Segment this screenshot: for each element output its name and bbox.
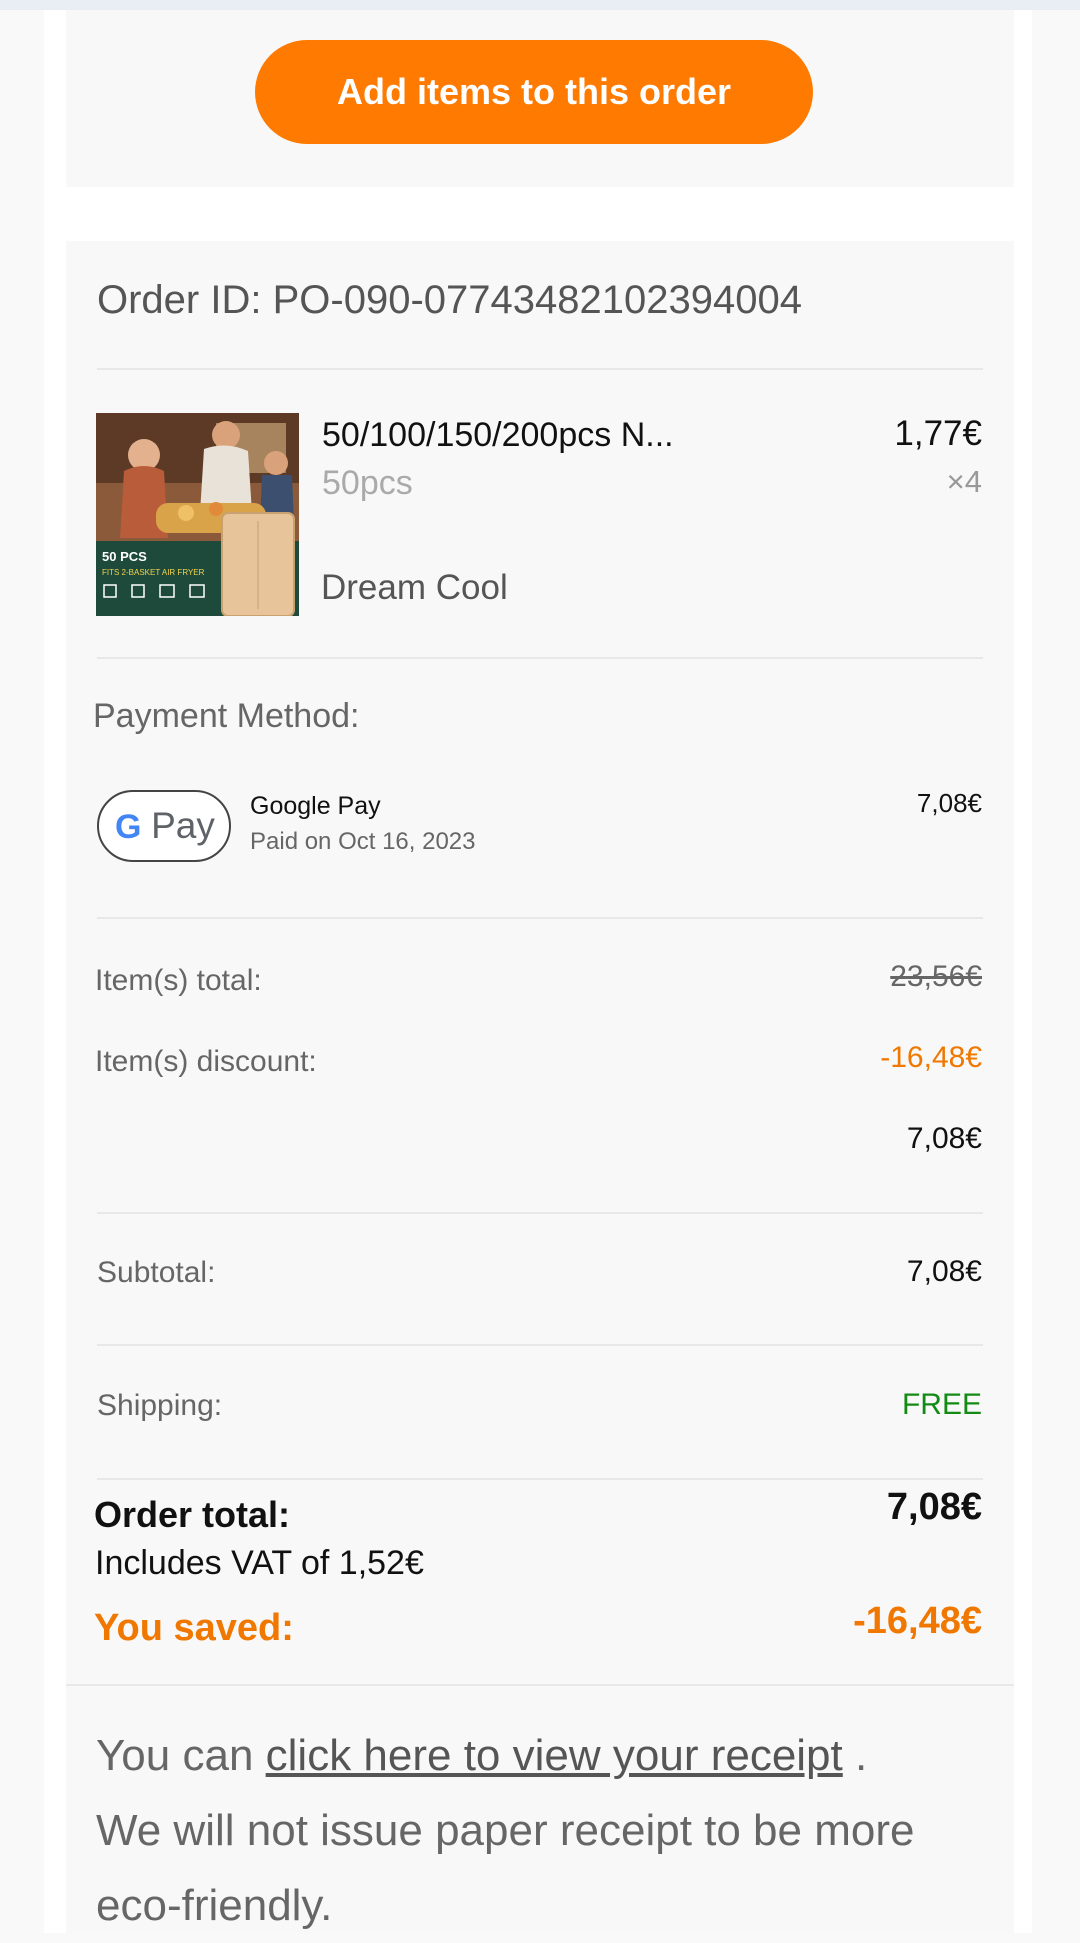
payment-method-label: Payment Method: [93,697,360,735]
product-image: 50 PCS FITS 2-BASKET AIR FRYER [96,413,299,616]
subtotal-label: Subtotal: [97,1256,216,1289]
order-id: Order ID: PO-090-07743482102394004 [97,278,802,322]
google-pay-icon: G Pay [97,790,231,862]
product-thumbnail[interactable]: 50 PCS FITS 2-BASKET AIR FRYER [96,413,299,616]
payment-amount: 7,08€ [916,788,982,818]
receipt-prefix: You can [96,1731,266,1780]
payment-method-name: Google Pay [250,792,381,820]
items-discount-label: Item(s) discount: [95,1045,317,1078]
payment-date: Paid on Oct 16, 2023 [250,828,476,855]
items-total-label: Item(s) total: [95,964,262,997]
vat-note: Includes VAT of 1,52€ [95,1544,424,1582]
divider [66,1684,1014,1686]
order-total-value: 7,08€ [886,1486,982,1528]
you-saved-label: You saved: [94,1607,294,1649]
you-saved-value: -16,48€ [853,1600,982,1642]
items-discount-value: -16,48€ [880,1041,982,1074]
store-name[interactable]: Dream Cool [321,568,508,608]
divider [97,1212,983,1214]
product-variant: 50pcs [322,464,413,502]
shipping-value: FREE [901,1388,982,1421]
divider [97,368,983,370]
thumb-text-fits: FITS 2-BASKET AIR FRYER [102,568,205,577]
top-strip [0,0,1080,10]
pay-text: Pay [151,805,215,846]
thumb-text-pcs: 50 PCS [102,549,147,564]
receipt-suffix: . [842,1731,868,1780]
view-receipt-link[interactable]: click here to view your receipt [266,1731,843,1780]
divider [97,657,983,659]
divider [97,1478,983,1480]
divider [97,917,983,919]
product-title[interactable]: 50/100/150/200pcs N... [322,416,674,455]
items-total-value: 23,56€ [890,960,982,993]
subtotal-value: 7,08€ [906,1255,982,1288]
google-g-icon: G [115,808,141,844]
svg-text:G: G [115,808,141,844]
receipt-note: You can click here to view your receipt … [96,1718,996,1943]
after-discount-value: 7,08€ [906,1122,982,1155]
receipt-eco-text: We will not issue paper receipt to be mo… [96,1806,915,1930]
add-items-button[interactable]: Add items to this order [255,40,813,144]
divider [97,1344,983,1346]
order-total-label: Order total: [94,1494,291,1535]
product-quantity: ×4 [946,464,982,499]
shipping-label: Shipping: [97,1389,223,1422]
product-price: 1,77€ [894,414,982,453]
